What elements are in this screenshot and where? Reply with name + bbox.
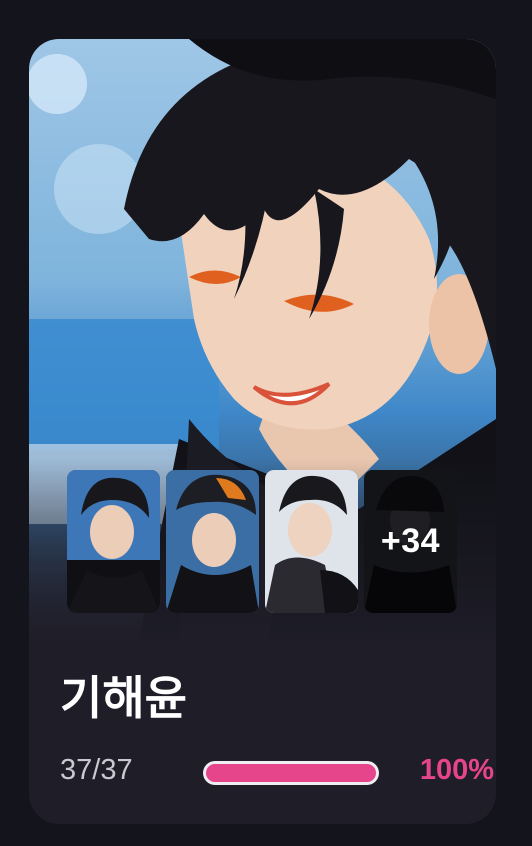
more-photos-button[interactable]: +34 [364,470,457,613]
progress-bar [203,761,379,785]
character-card[interactable]: +34 기해윤 37/37 100% [29,39,496,824]
progress-percent: 100% [419,754,494,786]
progress-bar-fill [206,764,376,782]
character-name: 기해윤 [60,671,187,725]
progress-count: 37/37 [60,754,133,786]
thumbnail-1[interactable] [67,470,160,613]
collection-progress: 37/37 100% [60,753,494,793]
more-photos-count: +34 [380,522,441,560]
thumbnail-strip: +34 [67,470,457,613]
thumbnail-3[interactable] [265,470,358,613]
thumbnail-2[interactable] [166,470,259,613]
